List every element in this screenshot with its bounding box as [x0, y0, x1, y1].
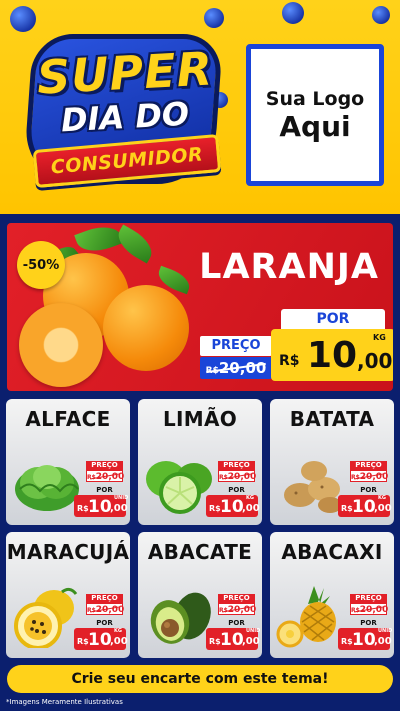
coin-decoration [372, 6, 390, 24]
product-name: MARACUJÁ [6, 540, 130, 564]
discount-badge: -50% [17, 241, 65, 289]
featured-product-name: LARANJA [199, 247, 379, 287]
product-name: ALFACE [25, 407, 111, 431]
new-price: R$ 10 ,00 UNID [338, 628, 392, 650]
old-price-label: PREÇO [218, 461, 255, 470]
new-price: R$ 10 ,00 KG [74, 628, 128, 650]
product-card-abacate[interactable]: ABACATE PREÇO R$20,00 POR R$ 10 ,00 UNID [138, 532, 262, 658]
old-price-label: PREÇO [350, 594, 387, 603]
new-price-label: POR [96, 486, 113, 494]
lime-image [146, 461, 212, 514]
lettuce-image [15, 465, 79, 511]
old-price-label: PREÇO [218, 594, 255, 603]
product-card-alface[interactable]: ALFACE PREÇO R$20,00 POR R$ 10 ,00 UNID [6, 399, 130, 525]
product-name: ABACATE [147, 540, 253, 564]
old-price-label: PREÇO [86, 461, 123, 470]
new-price: R$ 10 ,00 UNID [206, 628, 260, 650]
new-price-label: POR [281, 309, 385, 329]
brand-emblem: SUPER DIA DO CONSUMIDOR [14, 24, 236, 200]
new-price-label: POR [360, 486, 377, 494]
product-card-maracuja[interactable]: MARACUJÁ PREÇO R$20,00 POR R$ 10 ,00 KG [6, 532, 130, 658]
new-price: R$ 10 ,00 UNID [74, 495, 128, 517]
old-price-label: PREÇO [350, 461, 387, 470]
logo-placeholder[interactable]: Sua Logo Aqui [246, 44, 384, 186]
passion-fruit-image [14, 587, 78, 648]
old-price: R$20,00 [86, 603, 124, 615]
product-name: BATATA [289, 407, 375, 431]
product-card-batata[interactable]: BATATA PREÇO R$20,00 POR R$ 10 ,00 KG [270, 399, 394, 525]
avocado-image [150, 592, 211, 644]
coin-decoration [282, 2, 304, 24]
product-card-abacaxi[interactable]: ABACAXI PREÇO R$20,00 POR R$ 10 ,00 UNID [270, 532, 394, 658]
old-price: R$20,00 [86, 470, 124, 482]
new-price: R$ 10 ,00 KG [338, 495, 392, 517]
featured-product[interactable]: -50% LARANJA PREÇO R$20,00 POR R$ 10 ,00… [7, 223, 393, 391]
new-price-label: POR [228, 486, 245, 494]
brand-title-consumidor: CONSUMIDOR [50, 143, 204, 179]
product-name: LIMÃO [162, 407, 238, 431]
new-price-label: POR [228, 619, 245, 627]
pineapple-image [276, 586, 336, 648]
new-price-label: POR [360, 619, 377, 627]
disclaimer-footnote: *Imagens Meramente Ilustrativas [6, 698, 123, 706]
old-price: R$20,00 [200, 357, 272, 379]
old-price: R$20,00 [350, 603, 388, 615]
currency: R$ [279, 353, 300, 369]
new-price-label: POR [96, 619, 113, 627]
price-integer: 10 [307, 335, 358, 376]
old-price-label: PREÇO [200, 336, 272, 356]
header: SUPER DIA DO CONSUMIDOR Sua Logo Aqui [0, 0, 400, 214]
new-price: R$ 10 ,00 KG [271, 329, 393, 381]
logo-text-line1: Sua Logo [265, 87, 365, 110]
product-name: ABACAXI [281, 540, 383, 564]
old-price-label: PREÇO [86, 594, 123, 603]
price-decimal: ,00 [357, 349, 393, 373]
old-price: R$20,00 [350, 470, 388, 482]
product-card-limao[interactable]: LIMÃO PREÇO R$20,00 POR R$ 10 ,00 KG [138, 399, 262, 525]
cta-button[interactable]: Crie seu encarte com este tema! [7, 665, 393, 693]
logo-text-line2: Aqui [279, 109, 351, 143]
old-price: R$20,00 [218, 470, 256, 482]
potato-image [284, 461, 342, 513]
new-price: R$ 10 ,00 KG [206, 495, 260, 517]
flyer: SUPER DIA DO CONSUMIDOR Sua Logo Aqui -5… [0, 0, 400, 711]
price-unit: KG [373, 333, 386, 342]
old-price: R$20,00 [218, 603, 256, 615]
